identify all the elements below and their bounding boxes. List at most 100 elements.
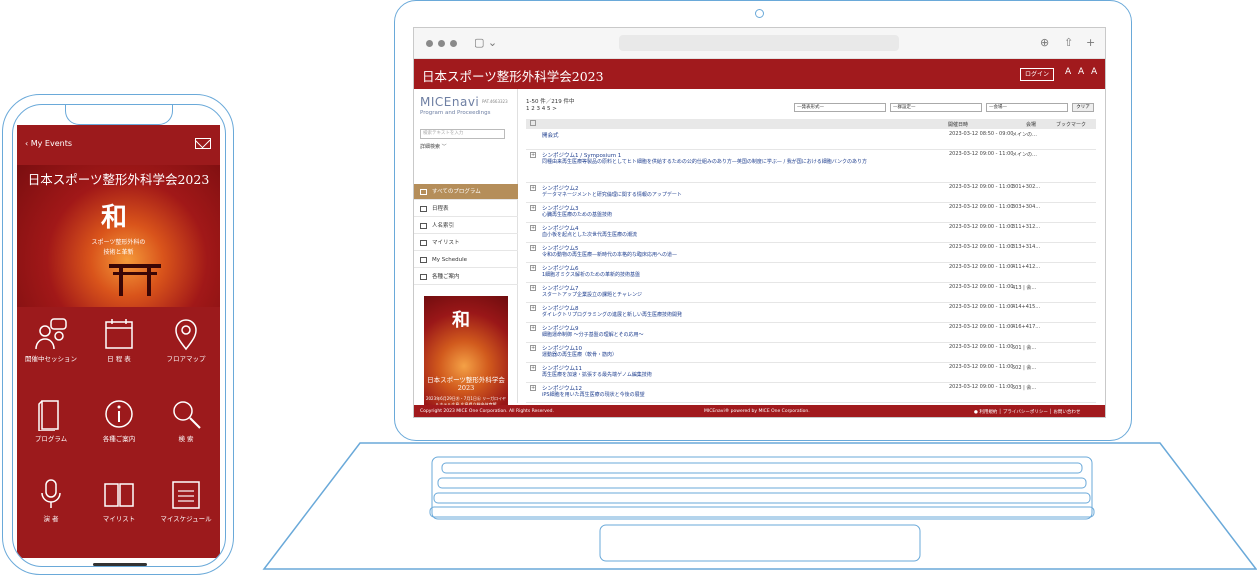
expand-icon[interactable]: +: [530, 325, 536, 331]
logo-subtitle: Program and Proceedings: [420, 110, 491, 116]
menu-label: 各種ご案内: [102, 435, 136, 443]
sidebar-item-my-schedule[interactable]: My Schedule: [414, 252, 518, 268]
table-row[interactable]: + シンポジウム8 ダイレクトリプログラミングの進展と新しい再生医療技術開発 2023…: [526, 303, 1096, 323]
search-input[interactable]: 検索テキストを入力: [420, 129, 505, 139]
menu-my-list[interactable]: マイリスト: [85, 473, 153, 535]
sidebar-item-name-index[interactable]: 人名索引: [414, 218, 518, 234]
window-close-dot[interactable]: [426, 40, 433, 47]
window-zoom-dot[interactable]: [450, 40, 457, 47]
smartphone-frame: ‹ My Events 日本スポーツ整形外科学会2023 和 スポーツ整形外科の…: [2, 94, 234, 575]
phone-notch: [65, 105, 173, 125]
menu-floor-map[interactable]: フロアマップ: [152, 313, 220, 375]
sidebar-item-timetable[interactable]: 日程表: [414, 201, 518, 217]
menu-my-schedule[interactable]: マイスケジュール: [152, 473, 220, 535]
font-size-switcher[interactable]: A A A: [1065, 67, 1099, 77]
hero-kanji: 和: [101, 203, 128, 233]
expand-all-icon[interactable]: [530, 120, 536, 126]
expand-icon[interactable]: +: [530, 365, 536, 371]
map-pin-icon: [175, 319, 197, 351]
expand-icon[interactable]: +: [530, 265, 536, 271]
session-time: 2023-03-12 09:00 - 11:00: [949, 264, 1014, 270]
laptop-keyboard-base: [262, 442, 1257, 570]
table-row[interactable]: + シンポジウム12 iPS細胞を用いた再生医療の現状と今後の展望 2023-03-1…: [526, 383, 1096, 403]
session-subtitle[interactable]: 運動器の再生医療（軟骨・筋肉）: [542, 351, 617, 358]
table-row[interactable]: +開会式2023-03-12 08:50 - 09:00メインの…: [526, 130, 1096, 150]
expand-icon[interactable]: +: [530, 185, 536, 191]
sidebar-item-all-programs[interactable]: すべてのプログラム: [414, 184, 518, 200]
session-subtitle[interactable]: スタートアップ企業設立の課題とチャレンジ: [542, 291, 642, 298]
session-subtitle[interactable]: 同種由来再生医療等製品の原料としてヒト細胞を供給するための公的仕組みのあり方—英…: [542, 158, 867, 165]
table-row[interactable]: + シンポジウム5 令和の動物の再生医療—新時代の本格的な臨床応用への道— 2023-…: [526, 243, 1096, 263]
session-subtitle[interactable]: 血小板を起点とした次世代再生医療の潮流: [542, 231, 637, 238]
menu-timetable[interactable]: 日 程 表: [85, 313, 153, 375]
schedule-icon: [172, 481, 200, 509]
result-count: 1-50 件／219 件中: [526, 99, 575, 105]
table-row[interactable]: + シンポジウム11 再生医療を加速・拡張する最先端ゲノム編集技術 2023-03-1…: [526, 363, 1096, 383]
session-subtitle[interactable]: 心臓再生医療のための基盤技術: [542, 211, 612, 218]
session-subtitle[interactable]: データマネージメントと研究倫理に関する情報のアップデート: [542, 191, 682, 198]
session-subtitle[interactable]: ダイレクトリプログラミングの進展と新しい再生医療技術開発: [542, 311, 682, 318]
menu-search[interactable]: 検 索: [152, 393, 220, 455]
session-subtitle[interactable]: 再生医療を加速・拡張する最先端ゲノム編集技術: [542, 371, 652, 378]
sidebar-item-information[interactable]: 各種ご案内: [414, 269, 518, 285]
footer-links[interactable]: ● 利用規約 │ プライバシーポリシー │ お問い合わせ: [974, 409, 1080, 415]
menu-live-sessions[interactable]: 開催中セッション: [17, 313, 85, 375]
session-subtitle[interactable]: 令和の動物の再生医療—新時代の本格的な臨床応用への道—: [542, 251, 677, 258]
expand-icon[interactable]: +: [530, 385, 536, 391]
login-button[interactable]: ログイン: [1020, 68, 1054, 81]
mail-icon[interactable]: [195, 138, 211, 149]
table-row[interactable]: + シンポジウム6 1細胞オミクス解析のための革新的技術基盤 2023-03-12 0…: [526, 263, 1096, 283]
expand-icon[interactable]: +: [530, 152, 536, 158]
menu-information[interactable]: 各種ご案内: [85, 393, 153, 455]
search-icon: [173, 401, 201, 429]
sidebar-item-my-list[interactable]: マイリスト: [414, 235, 518, 251]
expand-icon[interactable]: +: [530, 305, 536, 311]
people-chat-icon: [35, 318, 67, 350]
window-minimize-dot[interactable]: [438, 40, 445, 47]
plus-icon[interactable]: +: [1086, 36, 1095, 49]
group-filter-select[interactable]: —群設定—: [890, 103, 982, 112]
back-label: My Events: [30, 139, 73, 148]
back-button[interactable]: ‹ My Events: [25, 139, 72, 148]
expand-icon[interactable]: +: [530, 245, 536, 251]
session-title[interactable]: 開会式: [542, 131, 559, 139]
sidebar-toggle-icon[interactable]: ▢ ⌄: [474, 36, 497, 49]
address-bar[interactable]: [619, 35, 899, 51]
expand-icon[interactable]: +: [530, 345, 536, 351]
menu-speakers[interactable]: 演 者: [17, 473, 85, 535]
expand-icon[interactable]: +: [530, 285, 536, 291]
detail-search-link[interactable]: 詳細検索 ﹀: [420, 143, 447, 150]
room-filter-select[interactable]: —会場—: [986, 103, 1068, 112]
table-row[interactable]: + シンポジウム9 細胞運命制御 〜分子基盤の理解とその応用〜 2023-03-12 …: [526, 323, 1096, 343]
share-icon[interactable]: ⇧: [1064, 36, 1073, 49]
session-subtitle[interactable]: 1細胞オミクス解析のための革新的技術基盤: [542, 271, 640, 278]
sidebar-item-label: My Schedule: [432, 257, 468, 263]
session-time: 2023-03-12 09:00 - 11:00: [949, 244, 1014, 250]
poster-year: 2023: [457, 384, 475, 392]
session-subtitle[interactable]: 細胞運命制御 〜分子基盤の理解とその応用〜: [542, 331, 643, 338]
site-footer: Copyright 2023 MICE One Corporation. All…: [414, 405, 1105, 417]
book-icon: [420, 240, 427, 246]
microphone-icon: [41, 479, 61, 508]
session-room: メインの…: [1012, 132, 1038, 138]
session-subtitle[interactable]: iPS細胞を用いた再生医療の現状と今後の展望: [542, 391, 645, 398]
table-row[interactable]: + シンポジウム1 / Symposium 1 同種由来再生医療等製品の原料としてヒ…: [526, 150, 1096, 183]
expand-icon[interactable]: +: [530, 225, 536, 231]
clear-button[interactable]: クリア: [1072, 103, 1094, 112]
table-row[interactable]: + シンポジウム7 スタートアップ企業設立の課題とチャレンジ 2023-03-12 0…: [526, 283, 1096, 303]
download-icon[interactable]: ⊕: [1040, 36, 1049, 49]
expand-icon[interactable]: +: [530, 205, 536, 211]
copyright: Copyright 2023 MICE One Corporation. All…: [420, 409, 554, 414]
phone-screen: ‹ My Events 日本スポーツ整形外科学会2023 和 スポーツ整形外科の…: [17, 125, 220, 558]
table-row[interactable]: + シンポジウム3 心臓再生医療のための基盤技術 2023-03-12 09:00 -…: [526, 203, 1096, 223]
menu-label: 検 索: [178, 435, 194, 443]
menu-program[interactable]: プログラム: [17, 393, 85, 455]
sidebar-item-label: 人名索引: [432, 223, 455, 229]
format-filter-select[interactable]: —発表形式—: [794, 103, 886, 112]
table-row[interactable]: + シンポジウム2 データマネージメントと研究倫理に関する情報のアップデート 2023…: [526, 183, 1096, 203]
pagination[interactable]: 1 2 3 4 5 >: [526, 106, 557, 112]
table-row[interactable]: + シンポジウム10 運動器の再生医療（軟骨・筋肉） 2023-03-12 09:00…: [526, 343, 1096, 363]
event-poster[interactable]: 和 日本スポーツ整形外科学会 2023 2023年6月29日㊍・7月1日㊏ リー…: [424, 296, 508, 417]
info-icon: [420, 274, 427, 280]
table-row[interactable]: + シンポジウム4 血小板を起点とした次世代再生医療の潮流 2023-03-12 09…: [526, 223, 1096, 243]
